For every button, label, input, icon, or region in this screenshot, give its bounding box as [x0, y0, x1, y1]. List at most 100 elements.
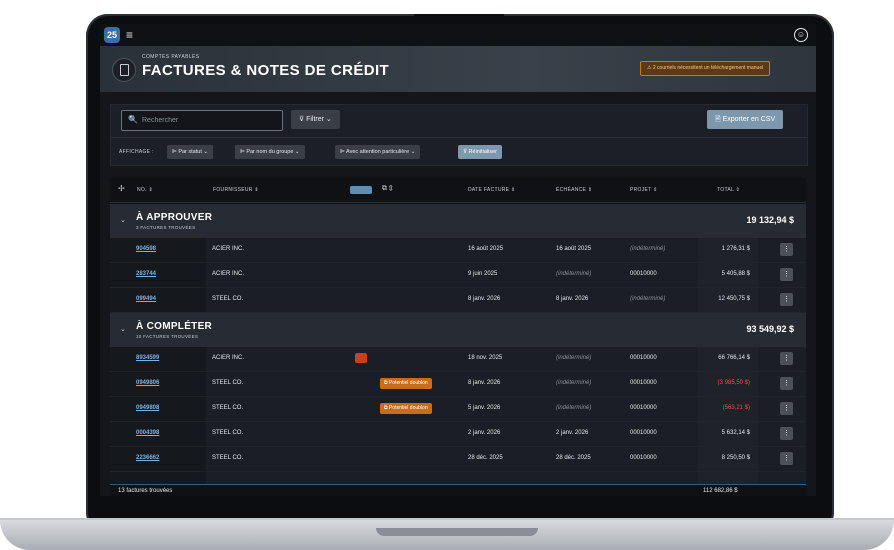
- supplier-name: STEEL CO.: [212, 455, 244, 461]
- potential-duplicate-badge[interactable]: ⧉ Potentiel doublon: [380, 403, 432, 414]
- page-eyebrow: COMPTES PAYABLES: [142, 54, 200, 60]
- chevron-down-icon[interactable]: ⌄: [120, 325, 126, 333]
- filter-icon: ⊽: [299, 116, 305, 123]
- hamburger-menu-icon[interactable]: ≡: [126, 29, 133, 41]
- chevron-down-icon[interactable]: ⌄: [120, 216, 126, 224]
- invoice-count: 13 factures trouvées: [118, 488, 173, 494]
- invoices-table: ✢ NO. ⇕ FOURNISSEUR ⇕ ⧉ ⇕ DATE FACTURE ⇕…: [110, 178, 806, 496]
- table-row[interactable]: 0004398 STEEL CO. 2 janv. 2026 2 janv. 2…: [110, 422, 806, 447]
- row-total: 5 632,14 $: [721, 430, 750, 436]
- page-header: COMPTES PAYABLES FACTURES & NOTES DE CRÉ…: [100, 46, 816, 92]
- row-total: 5 405,88 $: [721, 271, 750, 277]
- toolbar-divider: [111, 137, 807, 138]
- row-band: [110, 263, 206, 287]
- invoice-number-link[interactable]: 099494: [136, 296, 156, 302]
- row-menu-button[interactable]: ⋮: [780, 452, 793, 465]
- due-date: (indéterminé): [556, 355, 592, 361]
- col-echeance[interactable]: ÉCHÉANCE ⇕: [556, 187, 592, 193]
- flag-filter-toggle[interactable]: [350, 186, 372, 194]
- manual-download-alert[interactable]: ⚠ 2 courriels nécessitent un téléchargem…: [640, 61, 771, 76]
- invoice-date: 18 nov. 2025: [468, 355, 503, 361]
- row-menu-button[interactable]: ⋮: [780, 377, 793, 390]
- table-row[interactable]: 8934599 ACIER INC. 18 nov. 2025 (indéter…: [110, 347, 806, 372]
- project: 00010000: [630, 430, 657, 436]
- row-total: 12 450,75 $: [718, 296, 750, 302]
- special-attention-chip[interactable]: ⊫ Avec attention particulière ⌄: [335, 145, 421, 159]
- supplier-name: STEEL CO.: [212, 380, 244, 386]
- invoice-number-link[interactable]: 904598: [136, 246, 156, 252]
- group-by-group-name-chip[interactable]: ⊫ Par nom du groupe ⌄: [235, 145, 305, 159]
- reset-button[interactable]: ⊽ Réinitialiser: [458, 145, 502, 159]
- table-row[interactable]: 2236662 STEEL CO. 28 déc. 2025 28 déc. 2…: [110, 447, 806, 472]
- table-footer: 13 factures trouvées 112 682,86 $: [110, 484, 806, 496]
- document-icon: [112, 58, 136, 82]
- flag-icon[interactable]: [355, 353, 367, 363]
- grand-total: 112 682,86 $: [703, 488, 738, 494]
- group-header-a-approuver[interactable]: ⌄ À APPROUVER 3 FACTURES TROUVÉES 19 132…: [110, 204, 806, 238]
- table-row[interactable]: 099494 STEEL CO. 8 janv. 2026 8 janv. 20…: [110, 288, 806, 313]
- invoice-date: 8 janv. 2026: [468, 380, 501, 386]
- search-input[interactable]: [142, 114, 277, 126]
- col-date-facture[interactable]: DATE FACTURE ⇕: [468, 187, 515, 193]
- col-no[interactable]: NO. ⇕: [137, 187, 153, 193]
- laptop-hinge-groove: [376, 528, 538, 536]
- export-csv-button[interactable]: 🗎 Exporter en CSV: [707, 110, 784, 129]
- project: 00010000: [630, 355, 657, 361]
- table-row[interactable]: 0949806 STEEL CO. ⧉ Potentiel doublon 8 …: [110, 372, 806, 397]
- invoice-number-link[interactable]: 0949808: [136, 405, 159, 411]
- col-duplicate[interactable]: ⧉ ⇕: [382, 185, 393, 193]
- add-column-icon[interactable]: ✢: [118, 184, 125, 193]
- project: 00010000: [630, 405, 657, 411]
- invoice-date: 16 août 2025: [468, 246, 504, 252]
- invoice-date: 5 janv. 2026: [468, 405, 501, 411]
- invoice-number-link[interactable]: 0949806: [136, 380, 159, 386]
- due-date: 2 janv. 2026: [556, 430, 589, 436]
- row-total: 8 250,50 $: [721, 455, 750, 461]
- invoice-date: 2 janv. 2026: [468, 430, 501, 436]
- search-box[interactable]: 🔍: [121, 110, 283, 131]
- project: (indéterminé): [630, 296, 666, 302]
- invoice-number-link[interactable]: 8934599: [136, 355, 159, 361]
- table-row[interactable]: 904598 ACIER INC. 16 août 2025 16 août 2…: [110, 238, 806, 263]
- group-title: À APPROUVER: [136, 212, 213, 223]
- due-date: (indéterminé): [556, 405, 592, 411]
- invoice-number-link[interactable]: 2236662: [136, 455, 159, 461]
- col-fournisseur[interactable]: FOURNISSEUR ⇕: [213, 187, 259, 193]
- row-menu-button[interactable]: ⋮: [780, 402, 793, 415]
- group-header-a-completer[interactable]: ⌄ À COMPLÉTER 10 FACTURES TROUVÉES 93 54…: [110, 313, 806, 347]
- invoice-number-link[interactable]: 283744: [136, 271, 156, 277]
- col-projet[interactable]: PROJET ⇕: [630, 187, 658, 193]
- row-menu-button[interactable]: ⋮: [780, 243, 793, 256]
- row-total: (563,21 $): [722, 405, 750, 411]
- group-total: 93 549,92 $: [746, 324, 794, 334]
- toolbar: 🔍 ⊽ Filtrer ⌄ 🗎 Exporter en CSV AFFICHAG…: [110, 104, 808, 166]
- supplier-name: ACIER INC.: [212, 271, 245, 277]
- table-row[interactable]: 283744 ACIER INC. 9 juin 2025 (indétermi…: [110, 263, 806, 288]
- group-total: 19 132,94 $: [746, 215, 794, 225]
- col-total[interactable]: TOTAL ⇕: [717, 187, 740, 193]
- app-logo[interactable]: 25: [104, 27, 120, 43]
- user-account-icon[interactable]: ☺: [794, 28, 808, 42]
- display-label: AFFICHAGE :: [119, 149, 154, 155]
- potential-duplicate-badge[interactable]: ⧉ Potentiel doublon: [380, 378, 432, 389]
- supplier-name: STEEL CO.: [212, 405, 244, 411]
- row-menu-button[interactable]: ⋮: [780, 268, 793, 281]
- filter-button[interactable]: ⊽ Filtrer ⌄: [291, 110, 340, 129]
- row-band: [110, 238, 206, 262]
- row-menu-button[interactable]: ⋮: [780, 293, 793, 306]
- group-by-status-chip[interactable]: ⊫ Par statut ⌄: [167, 145, 213, 159]
- page-title: FACTURES & NOTES DE CRÉDIT: [142, 62, 390, 79]
- group-count: 10 FACTURES TROUVÉES: [136, 334, 199, 339]
- project: 00010000: [630, 271, 657, 277]
- row-menu-button[interactable]: ⋮: [780, 427, 793, 440]
- row-menu-button[interactable]: ⋮: [780, 352, 793, 365]
- invoice-number-link[interactable]: 0004398: [136, 430, 159, 436]
- supplier-name: STEEL CO.: [212, 430, 244, 436]
- project: (indéterminé): [630, 246, 666, 252]
- project: 00010000: [630, 380, 657, 386]
- top-bar: 25 ≡ ☺: [100, 24, 816, 46]
- row-band: [110, 288, 206, 312]
- search-icon: 🔍: [128, 115, 138, 124]
- table-row[interactable]: 0949808 STEEL CO. ⧉ Potentiel doublon 5 …: [110, 397, 806, 422]
- supplier-name: STEEL CO.: [212, 296, 244, 302]
